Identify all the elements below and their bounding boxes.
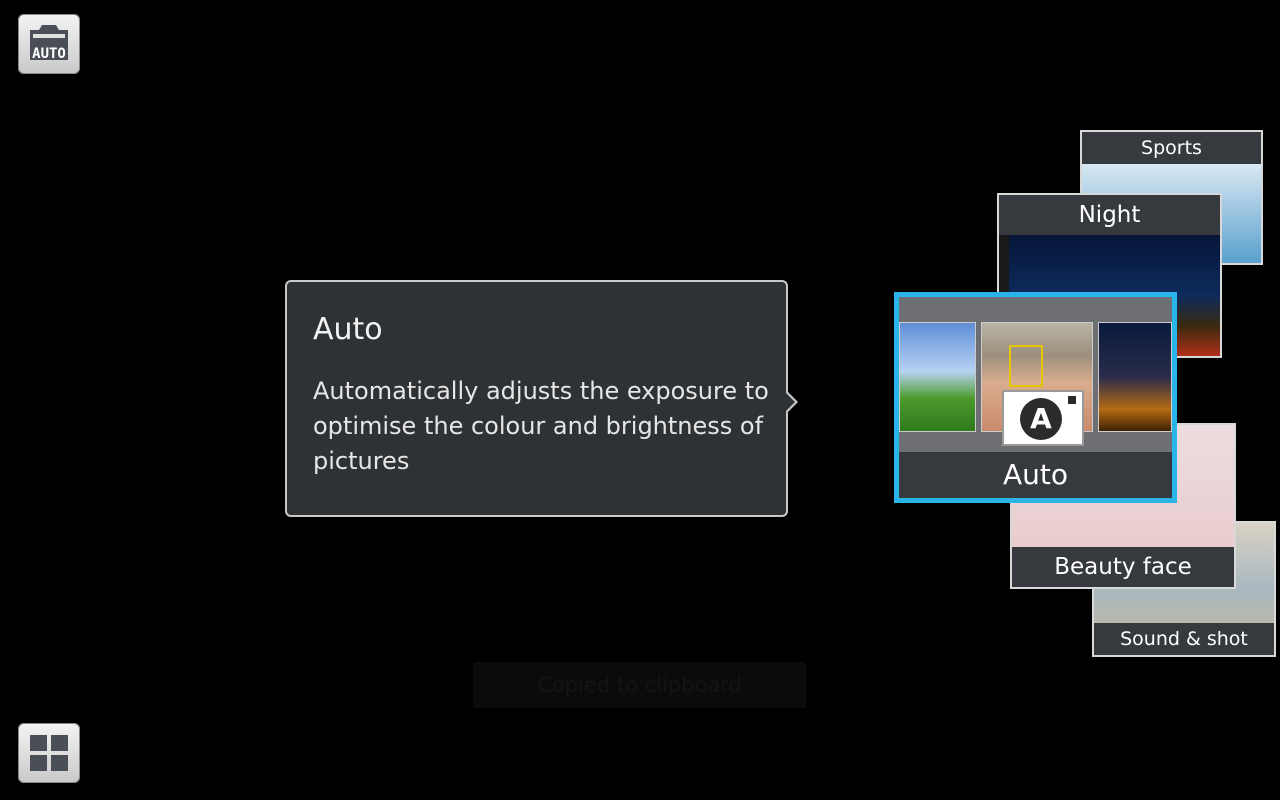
menu-grid-button[interactable] — [18, 723, 80, 783]
mode-card-label: Beauty face — [1012, 547, 1234, 587]
mode-card-label: Sports — [1082, 132, 1261, 164]
city-thumbnail — [1098, 322, 1172, 432]
auto-mode-preview: A — [899, 322, 1172, 446]
mode-description-title: Auto — [313, 312, 383, 347]
landscape-thumbnail — [899, 322, 976, 432]
shooting-mode-button[interactable]: AUTO — [18, 14, 80, 74]
camera-auto-icon: AUTO — [30, 25, 68, 62]
toast-message: Copied to clipboard — [473, 662, 806, 708]
mode-card-auto-selected[interactable]: A Auto — [894, 292, 1177, 503]
face-detection-box — [1009, 345, 1043, 387]
mode-card-label: Sound & shot — [1094, 623, 1274, 655]
mode-description-popup: Auto Automatically adjusts the exposure … — [285, 280, 798, 517]
mode-description-text: Automatically adjusts the exposure to op… — [313, 377, 769, 475]
mode-card-label: Night — [999, 195, 1220, 235]
mode-card-label: Auto — [899, 452, 1172, 498]
auto-mode-badge-icon: A — [1002, 390, 1084, 446]
grid-icon — [30, 735, 68, 771]
mode-button-label: AUTO — [32, 46, 66, 62]
